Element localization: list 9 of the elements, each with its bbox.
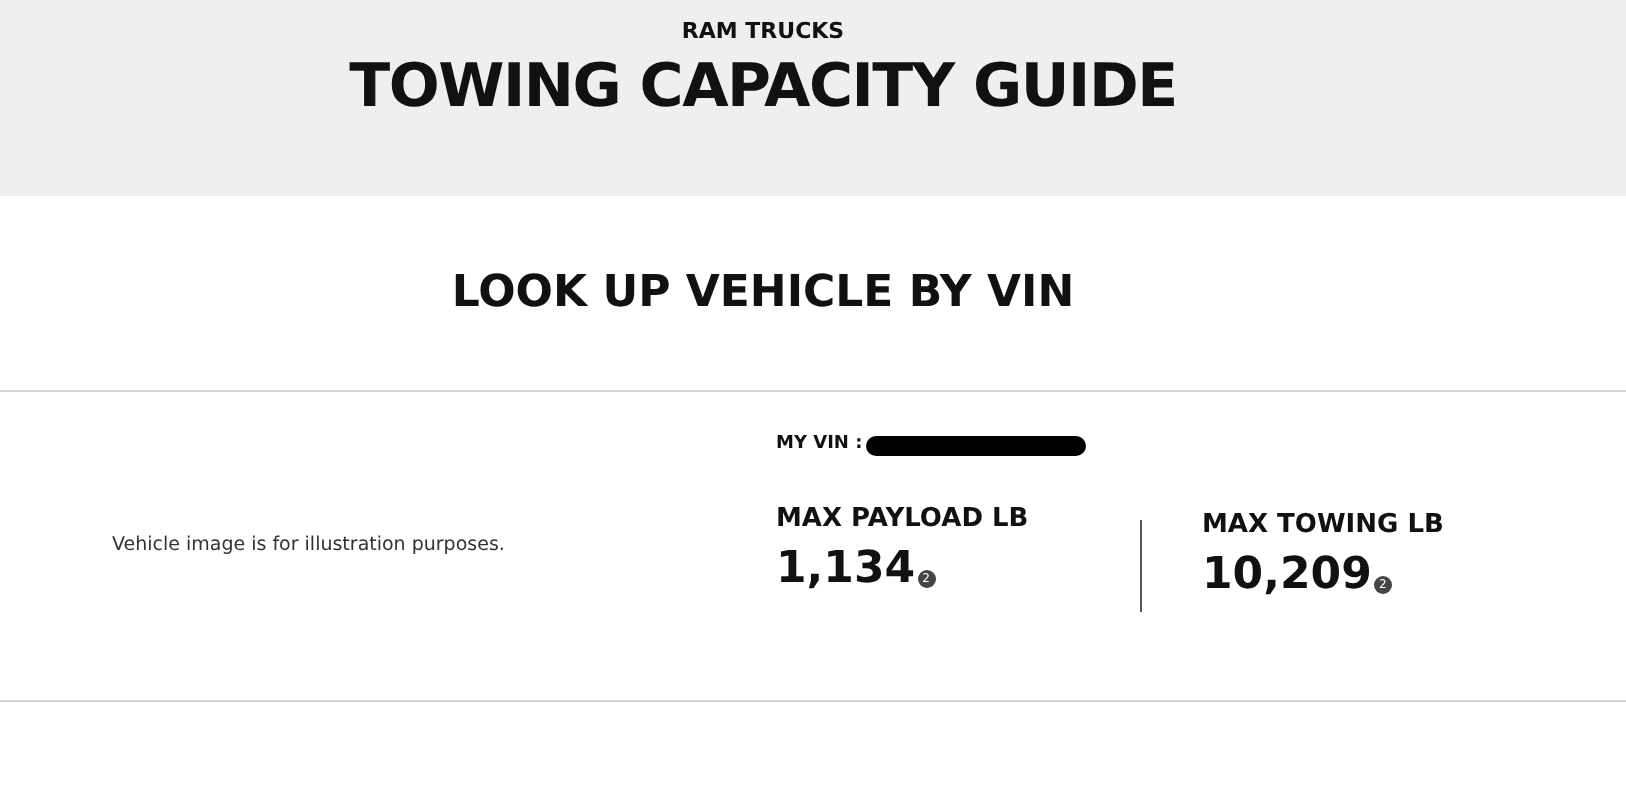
- brand-name: RAM TRUCKS: [681, 16, 845, 48]
- stat-value: 1,134: [776, 541, 916, 597]
- section-heading: LOOK UP VEHICLE BY VIN: [451, 266, 1075, 322]
- image-note: Vehicle image is for illustration purposes.: [112, 531, 505, 560]
- stat-label: MAX PAYLOAD LB: [776, 502, 1031, 538]
- stat-label: MAX TOWING LB: [1202, 508, 1444, 545]
- page-title: TOWING CAPACITY GUIDE: [349, 49, 1177, 125]
- stat-value: 10,209: [1202, 547, 1372, 604]
- vin-label: MY VIN :: [776, 432, 863, 459]
